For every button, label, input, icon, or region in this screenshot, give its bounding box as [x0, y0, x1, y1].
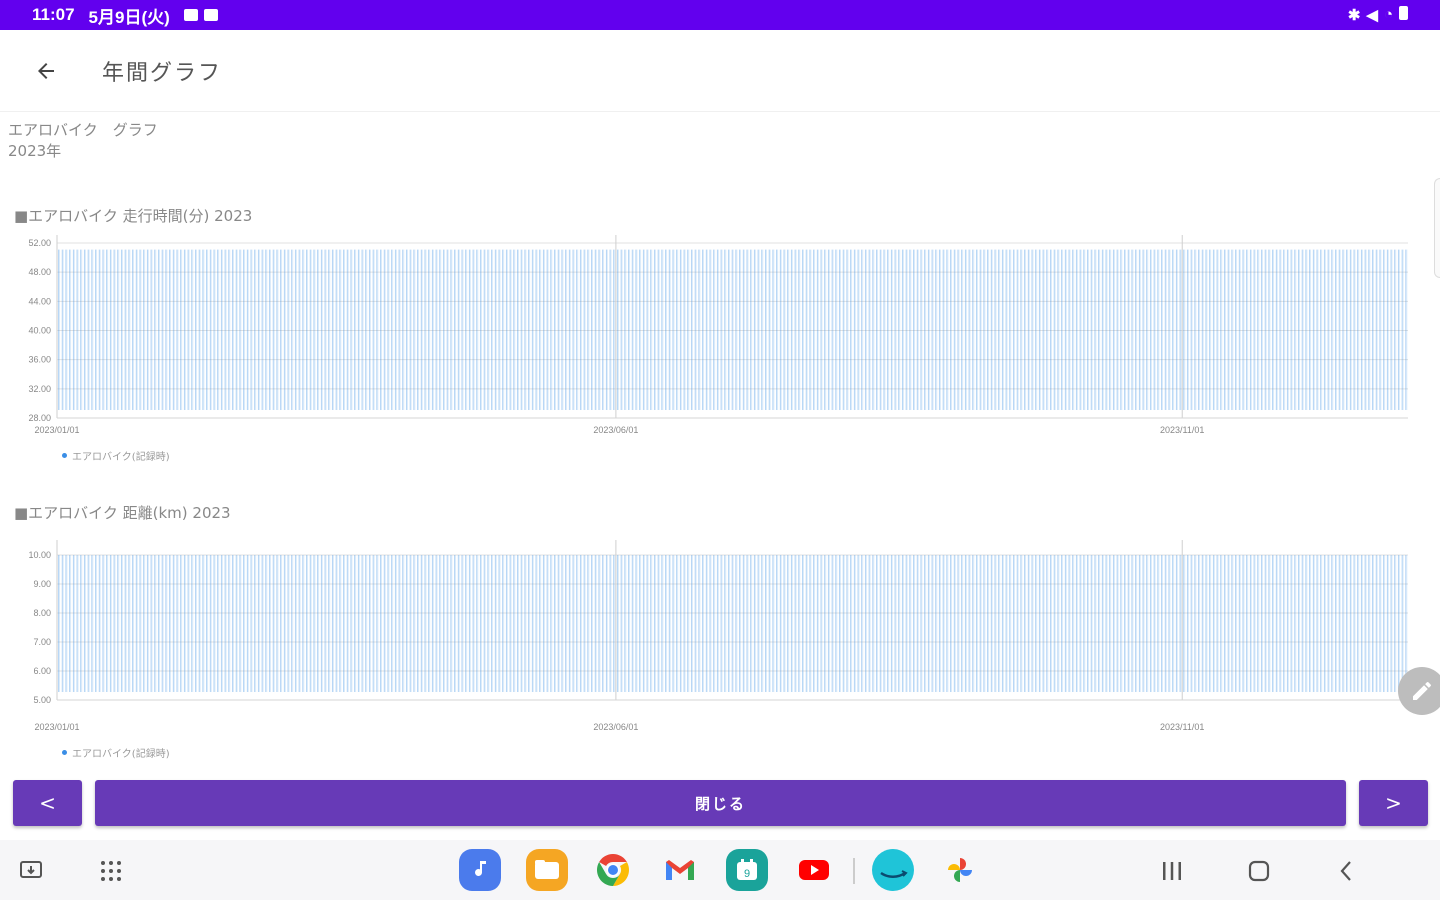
- duration-chart: 28.00 32.00 36.00 40.00 44.00 48.00 52.00 2023/…: [28, 235, 1408, 435]
- edit-button[interactable]: [1398, 667, 1440, 715]
- x-tick-label: 2023/11/01: [1160, 722, 1204, 732]
- music-app-icon[interactable]: [459, 849, 501, 891]
- subtitle-line1: エアロバイク グラフ: [8, 121, 158, 139]
- gmail-app-icon[interactable]: [659, 849, 701, 891]
- x-tick-label: 2023/06/01: [593, 425, 638, 435]
- arrow-back-icon: [38, 62, 54, 79]
- chrome-app-icon[interactable]: [592, 849, 634, 891]
- y-tick-label: 8.00: [33, 608, 51, 618]
- recent-apps-icon[interactable]: [1151, 850, 1193, 892]
- youtube-app-icon[interactable]: [793, 849, 835, 891]
- y-tick-label: 6.00: [33, 666, 51, 676]
- home-icon[interactable]: [1238, 850, 1280, 892]
- system-icons: ✱ ◀ ◔: [1348, 6, 1408, 24]
- notification-icons: [183, 9, 218, 21]
- vibrate-icon: ✱: [1347, 7, 1361, 24]
- chart-legend-distance: エアロバイク(記録時): [62, 745, 170, 760]
- notification-icon: [183, 9, 198, 21]
- y-tick-label: 9.00: [33, 579, 51, 589]
- back-button[interactable]: [26, 51, 66, 91]
- y-tick-label: 48.00: [28, 267, 51, 277]
- screen-capture-icon[interactable]: [10, 850, 52, 892]
- prime-video-app-icon[interactable]: [872, 849, 914, 891]
- wifi-icon: ◔: [1383, 6, 1393, 23]
- mute-icon: ◀: [1366, 7, 1378, 24]
- status-bar: 11:07 5月9日(火) ✱ ◀ ◔: [0, 0, 1440, 30]
- dock-divider: [853, 858, 855, 884]
- legend-label: エアロバイク(記録時): [72, 452, 170, 463]
- chart-title-duration: ■エアロバイク 走行時間(分) 2023: [14, 207, 253, 225]
- x-tick-label: 2023/01/01: [34, 722, 79, 732]
- svg-text:9: 9: [744, 868, 750, 880]
- photos-app-icon[interactable]: [939, 849, 981, 891]
- y-tick-label: 10.00: [28, 550, 51, 560]
- status-time: 11:07: [32, 5, 75, 24]
- files-app-icon[interactable]: [526, 849, 568, 891]
- next-year-button[interactable]: >: [1359, 780, 1428, 826]
- y-tick-label: 5.00: [33, 695, 51, 705]
- x-tick-label: 2023/01/01: [34, 425, 79, 435]
- x-tick-label: 2023/06/01: [593, 722, 638, 732]
- system-nav-bar: [0, 840, 1440, 900]
- y-tick-label: 32.00: [28, 384, 51, 394]
- y-tick-label: 52.00: [28, 238, 51, 248]
- subtitle-line2: 2023年: [8, 142, 62, 160]
- edge-panel-handle[interactable]: [1434, 178, 1440, 278]
- calendar-app-icon[interactable]: 9: [726, 849, 768, 891]
- page-title: 年間グラフ: [102, 60, 223, 86]
- status-date: 5月9日(火): [88, 7, 170, 27]
- app-bar: 年間グラフ: [0, 30, 1440, 112]
- app-drawer-icon[interactable]: [90, 850, 132, 892]
- y-tick-label: 28.00: [28, 413, 51, 423]
- pencil-icon: [1413, 681, 1431, 700]
- back-nav-icon[interactable]: [1326, 850, 1368, 892]
- previous-year-button[interactable]: <: [13, 780, 82, 826]
- legend-marker: [62, 750, 67, 755]
- battery-icon: [1399, 6, 1408, 20]
- y-tick-label: 40.00: [28, 326, 51, 336]
- legend-marker: [62, 453, 67, 458]
- legend-label: エアロバイク(記録時): [72, 749, 170, 760]
- message-icon: [203, 9, 218, 21]
- bar-series: [58, 249, 1408, 410]
- distance-chart: 5.00 6.00 7.00 8.00 9.00 10.00 2023/01/01 2023/…: [28, 540, 1408, 732]
- graph-subtitle: エアロバイク グラフ 2023年: [8, 120, 158, 162]
- chart-legend-duration: エアロバイク(記録時): [62, 448, 170, 463]
- y-tick-label: 7.00: [33, 637, 51, 647]
- x-tick-label: 2023/11/01: [1160, 425, 1204, 435]
- close-button[interactable]: 閉じる: [95, 780, 1346, 826]
- chart-title-distance: ■エアロバイク 距離(km) 2023: [14, 504, 231, 522]
- y-tick-label: 36.00: [28, 355, 51, 365]
- y-tick-label: 44.00: [28, 296, 51, 306]
